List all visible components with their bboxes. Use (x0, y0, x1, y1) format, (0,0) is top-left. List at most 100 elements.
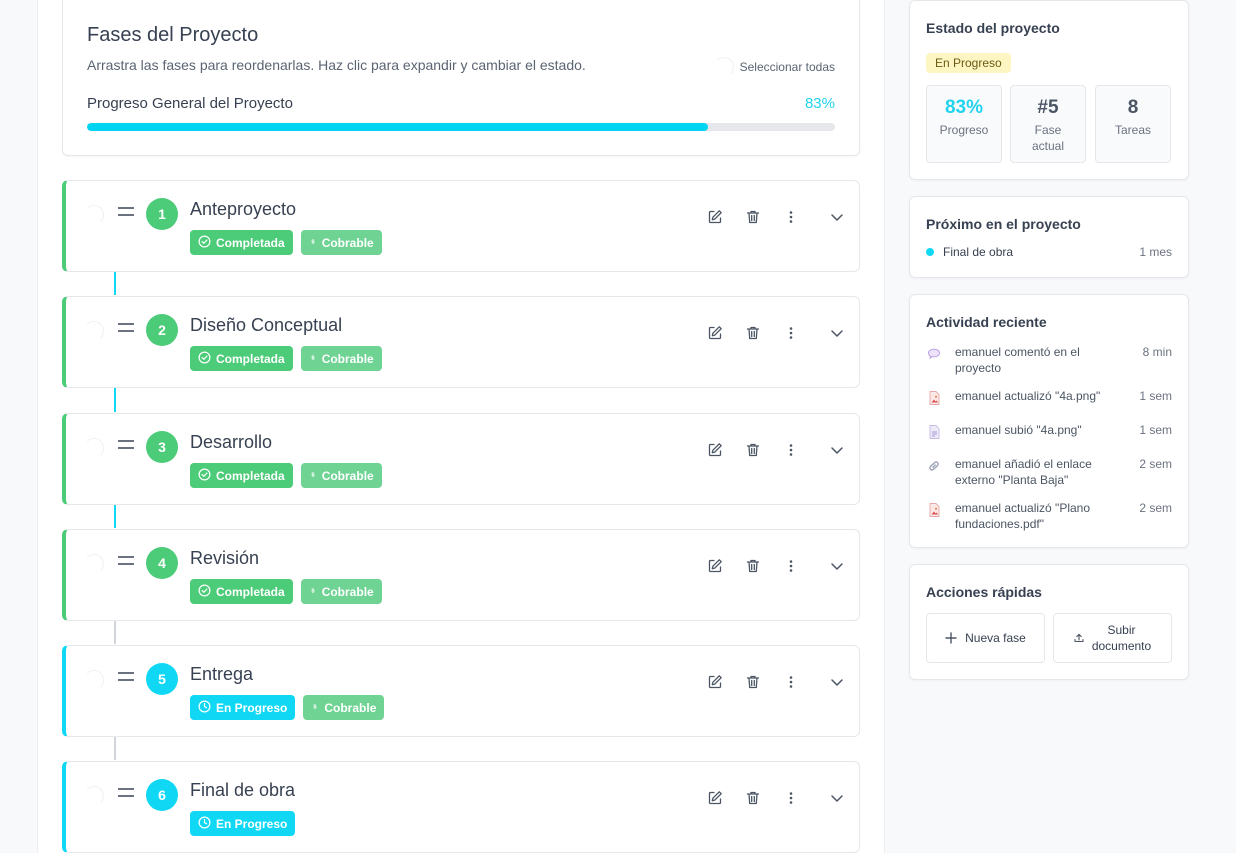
new-phase-button[interactable]: Nueva fase (926, 613, 1045, 663)
upload-document-label: Subir documento (1091, 623, 1152, 653)
phase-title[interactable]: Revisión (190, 548, 259, 569)
activity-item[interactable]: emanuel actualizó "Plano fundaciones.pdf… (926, 500, 1172, 532)
phase-title[interactable]: Entrega (190, 664, 253, 685)
chevron-down-icon[interactable] (826, 322, 848, 344)
drag-handle-icon[interactable] (118, 672, 134, 681)
trash-icon[interactable] (742, 439, 764, 461)
svg-text:$: $ (311, 355, 315, 361)
select-all-label: Seleccionar todas (739, 60, 835, 74)
activity-item[interactable]: emanuel comentó en el proyecto 8 min (926, 344, 1172, 376)
drag-handle-icon[interactable] (118, 207, 134, 216)
stat-label: Progreso (939, 123, 989, 137)
phase-card[interactable]: 3 Desarrollo Completada $ Cobrable (62, 413, 860, 505)
phase-select-checkbox[interactable] (84, 205, 104, 225)
status-badge: En Progreso (926, 53, 1011, 73)
next-up-item[interactable]: Final de obra 1 mes (926, 245, 1172, 259)
activity-item[interactable]: emanuel actualizó "4a.png" 1 sem (926, 388, 1172, 406)
edit-icon[interactable] (704, 671, 726, 693)
edit-icon[interactable] (704, 555, 726, 577)
svg-text:$: $ (314, 704, 318, 710)
overall-progress-bar (87, 123, 835, 131)
phase-select-checkbox[interactable] (84, 786, 104, 806)
phase-card[interactable]: 1 Anteproyecto Completada $ Cobrable (62, 180, 860, 272)
phase-title[interactable]: Final de obra (190, 780, 295, 801)
phase-status-badge[interactable]: En Progreso (190, 695, 296, 720)
svg-text:$: $ (311, 472, 315, 478)
chevron-down-icon[interactable] (826, 206, 848, 228)
activity-item[interactable]: emanuel añadió el enlace externo "Planta… (926, 456, 1172, 488)
more-vertical-icon[interactable] (780, 322, 802, 344)
quick-actions-card: Acciones rápidas Nueva fase Subir docume… (909, 564, 1189, 680)
dollar-icon: $ (309, 468, 317, 484)
activity-time: 8 min (1142, 345, 1172, 359)
phase-card[interactable]: 4 Revisión Completada $ Cobrable (62, 529, 860, 621)
drag-handle-icon[interactable] (118, 323, 134, 332)
file-image-icon (926, 390, 942, 406)
billable-badge: $ Cobrable (300, 230, 382, 255)
trash-icon[interactable] (742, 206, 764, 228)
plus-icon (945, 632, 957, 644)
upload-document-button[interactable]: Subir documento (1053, 613, 1172, 663)
edit-icon[interactable] (704, 322, 726, 344)
file-pdf-icon (926, 502, 942, 518)
svg-text:$: $ (311, 588, 315, 594)
phase-title[interactable]: Diseño Conceptual (190, 315, 342, 336)
more-vertical-icon[interactable] (780, 439, 802, 461)
phase-status-badge[interactable]: Completada (190, 346, 293, 371)
edit-icon[interactable] (704, 439, 726, 461)
clock-icon (198, 816, 211, 832)
phase-card[interactable]: 5 Entrega En Progreso $ Cobrable (62, 645, 860, 737)
check-circle-icon (198, 235, 211, 251)
phase-select-checkbox[interactable] (84, 321, 104, 341)
phase-card[interactable]: 6 Final de obra En Progreso (62, 761, 860, 853)
phase-status-label: En Progreso (216, 816, 288, 831)
phase-card[interactable]: 2 Diseño Conceptual Completada $ Cobrabl… (62, 296, 860, 388)
file-icon (926, 424, 942, 440)
stat-value: 83% (944, 97, 984, 118)
page-subtitle: Arrastra las fases para reordenarlas. Ha… (87, 57, 586, 73)
phase-connector (114, 736, 116, 760)
phase-select-checkbox[interactable] (84, 554, 104, 574)
chevron-down-icon[interactable] (826, 671, 848, 693)
phase-status-badge[interactable]: En Progreso (190, 811, 296, 836)
more-vertical-icon[interactable] (780, 555, 802, 577)
trash-icon[interactable] (742, 555, 764, 577)
chevron-down-icon[interactable] (826, 787, 848, 809)
chevron-down-icon[interactable] (826, 555, 848, 577)
phase-select-checkbox[interactable] (84, 438, 104, 458)
stat-tasks: 8 Tareas (1095, 85, 1171, 163)
recent-activity-card: Actividad reciente emanuel comentó en el… (909, 294, 1189, 548)
select-all-control[interactable]: Seleccionar todas (713, 57, 835, 77)
activity-item[interactable]: emanuel subió "4a.png" 1 sem (926, 422, 1172, 440)
phase-select-checkbox[interactable] (84, 670, 104, 690)
stat-value: 8 (1127, 97, 1139, 118)
edit-icon[interactable] (704, 206, 726, 228)
billable-badge: $ Cobrable (300, 579, 382, 604)
trash-icon[interactable] (742, 322, 764, 344)
activity-text: emanuel añadió el enlace externo "Planta… (955, 457, 1092, 487)
phases-header-card: Fases del Proyecto Arrastra las fases pa… (62, 0, 860, 156)
phase-status-badge[interactable]: Completada (190, 579, 293, 604)
trash-icon[interactable] (742, 787, 764, 809)
stat-label: Tareas (1114, 123, 1152, 137)
trash-icon[interactable] (742, 671, 764, 693)
billable-badge: $ Cobrable (300, 346, 382, 371)
more-vertical-icon[interactable] (780, 787, 802, 809)
phase-status-badge[interactable]: Completada (190, 230, 293, 255)
activity-text: emanuel actualizó "4a.png" (955, 389, 1101, 403)
phase-status-badge[interactable]: Completada (190, 463, 293, 488)
chevron-down-icon[interactable] (826, 439, 848, 461)
phase-title[interactable]: Anteproyecto (190, 199, 296, 220)
drag-handle-icon[interactable] (118, 788, 134, 797)
drag-handle-icon[interactable] (118, 556, 134, 565)
stat-label: Fase actual (1031, 123, 1065, 153)
phase-connector (114, 504, 116, 528)
more-vertical-icon[interactable] (780, 671, 802, 693)
phase-title[interactable]: Desarrollo (190, 432, 272, 453)
more-vertical-icon[interactable] (780, 206, 802, 228)
edit-icon[interactable] (704, 787, 726, 809)
phase-number: 6 (146, 779, 178, 811)
dollar-icon: $ (309, 584, 317, 600)
select-all-checkbox[interactable] (713, 57, 734, 77)
drag-handle-icon[interactable] (118, 440, 134, 449)
